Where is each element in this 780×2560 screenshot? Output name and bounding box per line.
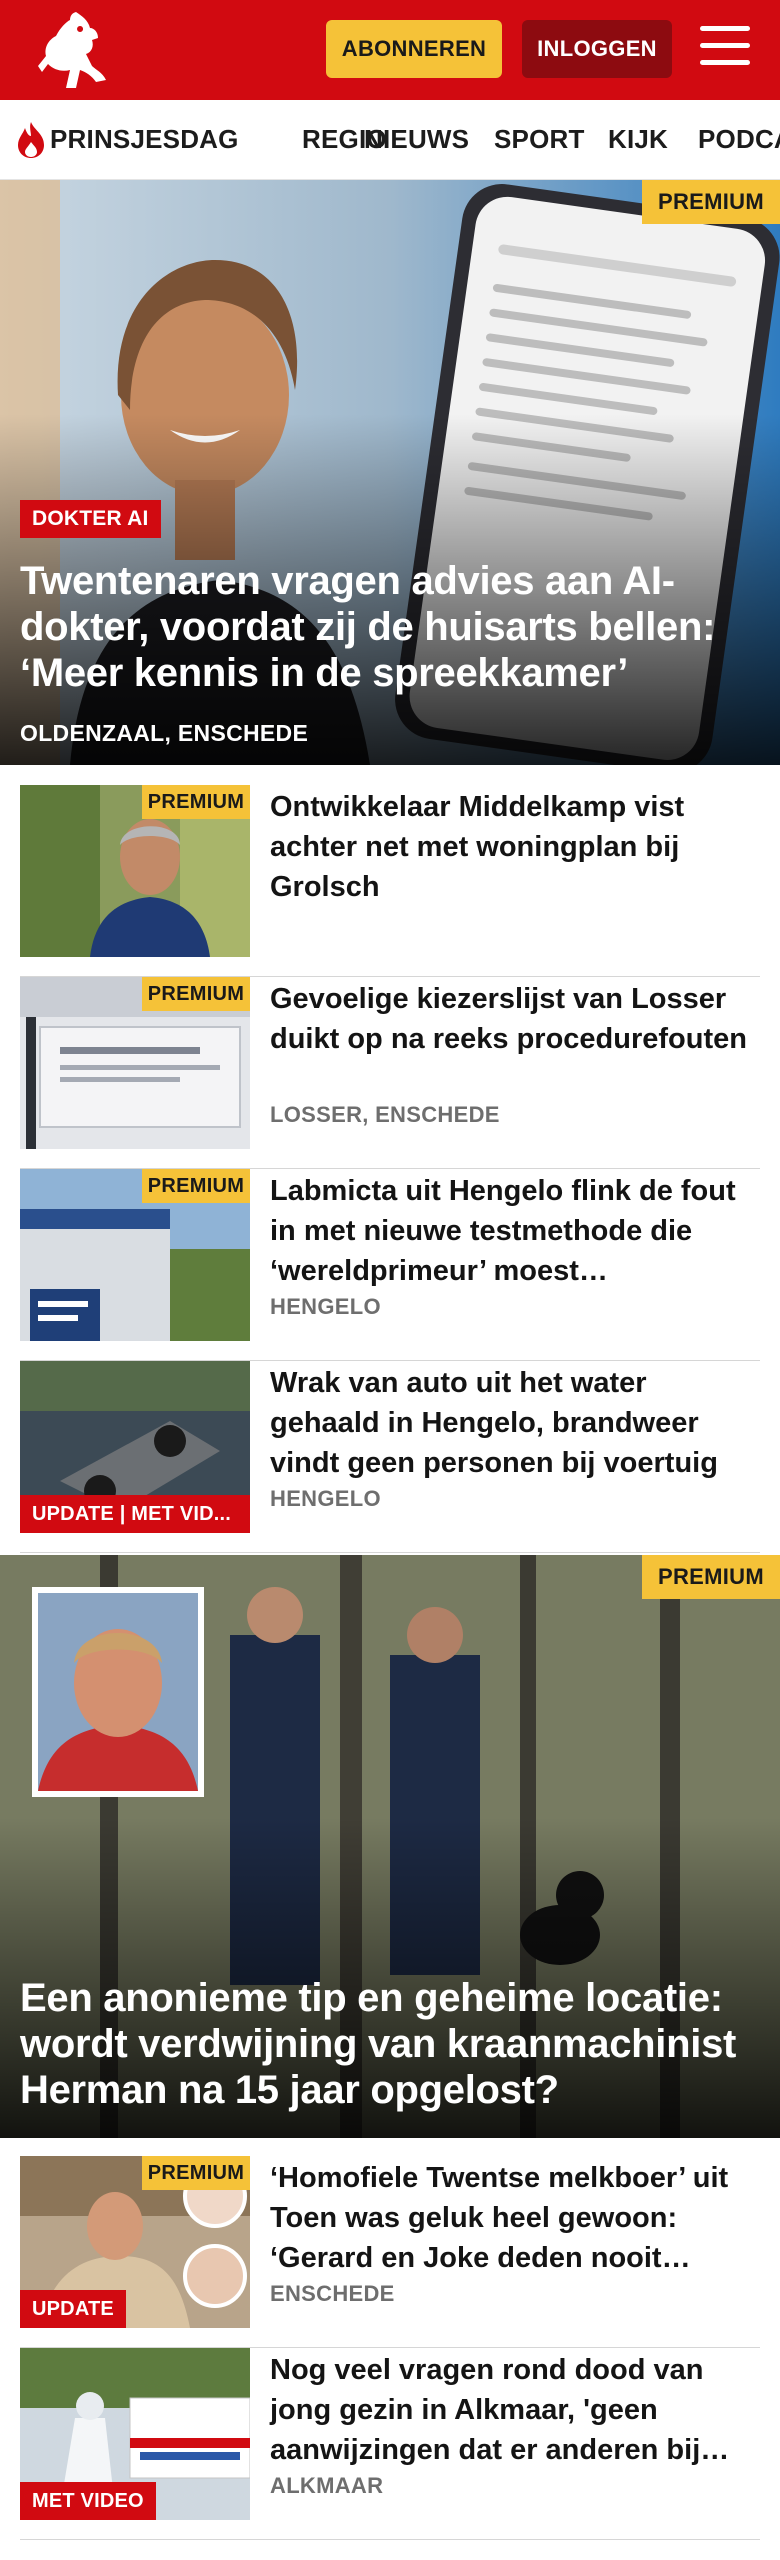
article-location: HENGELO [270,1486,381,1511]
premium-badge: PREMIUM [142,785,250,819]
login-button[interactable]: INLOGGEN [522,20,672,78]
nav-item-prinsjesdag[interactable]: PRINSJESDAG [50,124,239,155]
subscribe-button[interactable]: ABONNEREN [326,20,502,78]
article-title[interactable]: Ontwikkelaar Middelkamp vist achter net … [270,787,750,907]
list-item[interactable]: PREMIUM Labmicta uit Hengelo flink de fo… [20,1169,760,1361]
premium-badge: PREMIUM [142,977,250,1011]
category-tag: DOKTER AI [20,500,161,538]
list-item[interactable]: PREMIUM UPDATE ‘Homofiele Twentse melkbo… [20,2156,760,2348]
nav-item-kijk[interactable]: KIJK [608,124,668,155]
list-item[interactable]: MET VIDEO Nog veel vragen rond dood van … [20,2348,760,2540]
article-thumbnail: PREMIUM UPDATE [20,2156,250,2328]
article-thumbnail: PREMIUM [20,785,250,957]
video-update-tag: UPDATE | MET VID... [20,1495,250,1533]
article-location: ENSCHEDE [270,2281,395,2306]
horse-logo-icon[interactable] [36,10,110,90]
feature-article[interactable]: PREMIUM Een anonieme tip en geheime loca… [0,1555,780,2138]
list-item[interactable]: PREMIUM Ontwikkelaar Middelkamp vist ach… [20,785,760,977]
article-location: ALKMAAR [270,2473,384,2498]
premium-badge: PREMIUM [642,1555,780,1599]
hamburger-menu-icon[interactable] [700,26,750,70]
section-nav: PRINSJESDAG REGIO NIEUWS SPORT KIJK PODC… [0,100,780,180]
nav-item-nieuws[interactable]: NIEUWS [364,124,469,155]
article-title[interactable]: Gevoelige kiezerslijst van Losser duikt … [270,979,750,1059]
top-bar: ABONNEREN INLOGGEN [0,0,780,100]
hero-article[interactable]: PREMIUM DOKTER AI Twentenaren vragen adv… [0,180,780,765]
article-location: LOSSER, ENSCHEDE [270,1102,500,1127]
article-title[interactable]: Labmicta uit Hengelo flink de fout in me… [270,1171,750,1291]
list-item[interactable]: UPDATE | MET VID... Wrak van auto uit he… [20,1361,760,1553]
video-tag: MET VIDEO [20,2482,156,2520]
premium-badge: PREMIUM [642,180,780,224]
nav-item-sport[interactable]: SPORT [494,124,585,155]
flame-icon [16,122,46,158]
article-thumbnail: PREMIUM [20,977,250,1149]
hero-headline[interactable]: Twentenaren vragen advies aan AI-dokter,… [20,558,760,696]
article-thumbnail: UPDATE | MET VID... [20,1361,250,1533]
nav-item-podcast[interactable]: PODCAST [698,124,780,155]
article-title[interactable]: Wrak van auto uit het water gehaald in H… [270,1363,750,1483]
list-item[interactable]: PREMIUM Gevoelige kiezerslijst van Losse… [20,977,760,1169]
article-title[interactable]: Nog veel vragen rond dood van jong gezin… [270,2350,750,2470]
article-location: HENGELO [270,1294,381,1319]
hero-location: OLDENZAAL, ENSCHEDE [20,720,309,746]
article-thumbnail: MET VIDEO [20,2348,250,2520]
update-tag: UPDATE [20,2290,126,2328]
feature-headline[interactable]: Een anonieme tip en geheime locatie: wor… [20,1975,760,2113]
premium-badge: PREMIUM [142,1169,250,1203]
article-thumbnail: PREMIUM [20,1169,250,1341]
premium-badge: PREMIUM [142,2156,250,2190]
article-title[interactable]: ‘Homofiele Twentse melkboer’ uit Toen wa… [270,2158,750,2278]
missing-person-portrait [32,1587,204,1797]
